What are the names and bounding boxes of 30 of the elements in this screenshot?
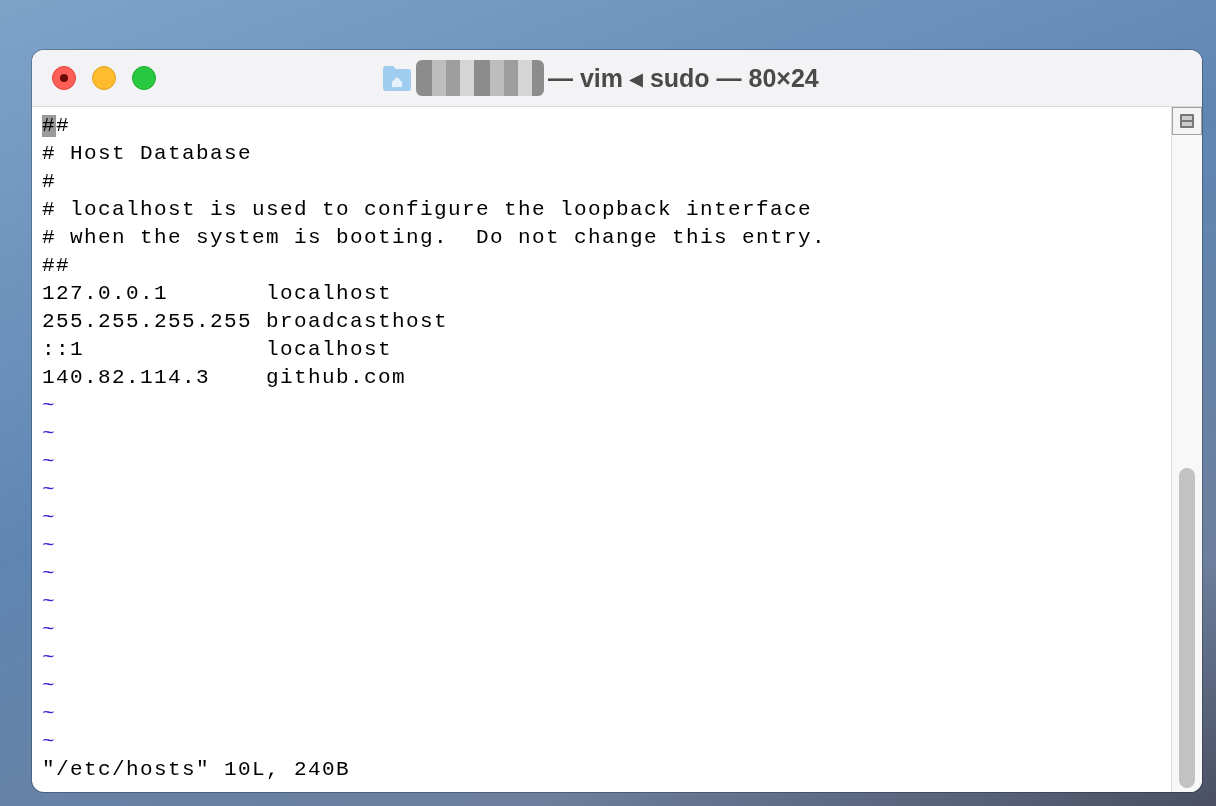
code-line: # [42, 169, 57, 195]
empty-line-tilde: ~ [42, 477, 57, 503]
empty-line-tilde: ~ [42, 561, 57, 587]
code-line: # localhost is used to configure the loopback interface [42, 197, 814, 223]
empty-line-tilde: ~ [42, 421, 57, 447]
code-line: 127.0.0.1 localhost [42, 281, 394, 307]
empty-line-tilde: ~ [42, 701, 57, 727]
empty-line-tilde: ~ [42, 729, 57, 755]
close-button[interactable] [52, 66, 76, 90]
code-line: # Host Database [42, 141, 254, 167]
empty-line-tilde: ~ [42, 449, 57, 475]
empty-line-tilde: ~ [42, 645, 57, 671]
code-line: ## [42, 253, 71, 279]
empty-line-tilde: ~ [42, 393, 57, 419]
empty-line-tilde: ~ [42, 673, 57, 699]
empty-line-tilde: ~ [42, 533, 57, 559]
code-line: 255.255.255.255 broadcasthost [42, 309, 450, 335]
folder-icon [382, 65, 412, 91]
window-title: — vim ◂ sudo — 80×24 [548, 63, 819, 93]
scroll-thumb[interactable] [1179, 468, 1195, 788]
empty-line-tilde: ~ [42, 617, 57, 643]
code-line: ::1 localhost [42, 337, 394, 363]
minimize-button[interactable] [92, 66, 116, 90]
zoom-button[interactable] [132, 66, 156, 90]
split-pane-icon[interactable] [1172, 107, 1202, 135]
status-line: "/etc/hosts" 10L, 240B [42, 757, 352, 783]
code-line: # when the system is booting. Do not change this entry. [42, 225, 828, 251]
empty-line-tilde: ~ [42, 505, 57, 531]
code-line: 140.82.114.3 github.com [42, 365, 408, 391]
empty-line-tilde: ~ [42, 589, 57, 615]
